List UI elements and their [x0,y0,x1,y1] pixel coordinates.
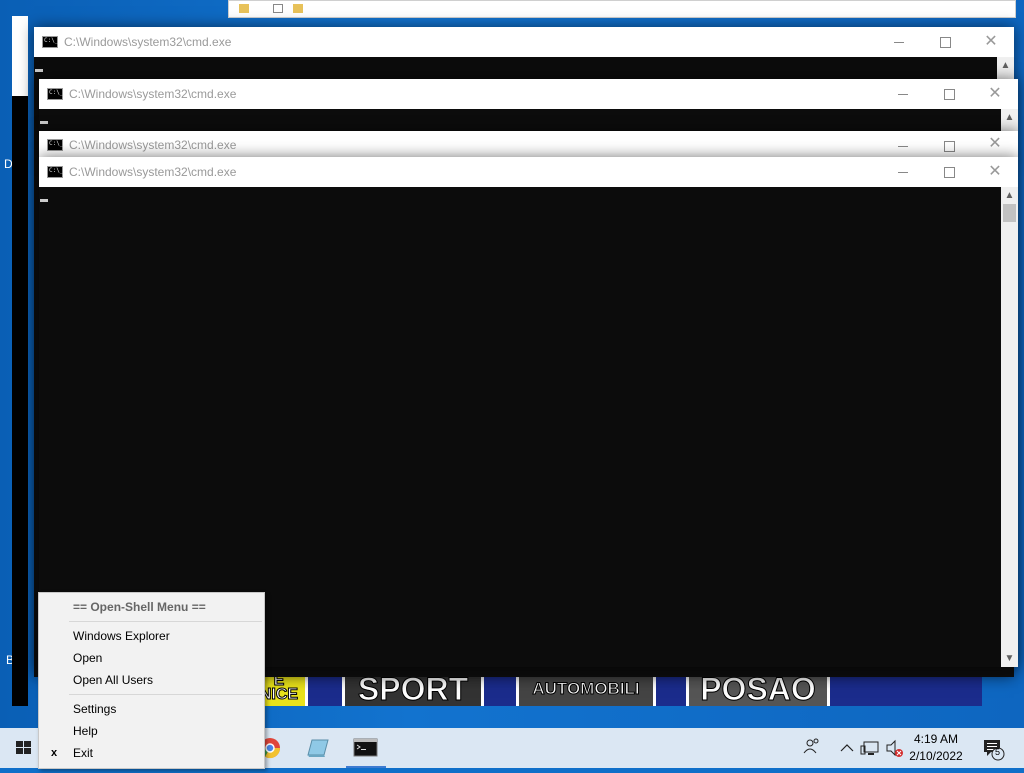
menu-item-exit-label: Exit [73,746,94,760]
banner-tile[interactable]: SPORT [342,672,484,706]
menu-item-open-all-users[interactable]: Open All Users [39,669,264,691]
maximize-button[interactable] [926,131,972,157]
minimize-button[interactable] [880,79,926,109]
close-button[interactable]: ✕ [968,27,1014,57]
background-window-edge [12,96,28,706]
tray-overflow[interactable] [836,728,858,768]
clock-time: 4:19 AM [913,732,959,746]
menu-header: == Open-Shell Menu == [73,600,206,614]
title-bar[interactable]: C:\Windows\system32\cmd.exe ✕ [39,131,1018,157]
maximize-button[interactable] [922,27,968,57]
banner-tile-label: SPORT [357,671,469,707]
title-bar[interactable]: C:\Windows\system32\cmd.exe ✕ [39,79,1018,109]
background-window-edge [12,16,28,96]
tray-people[interactable] [796,728,826,768]
volume-muted-icon [886,739,903,757]
scroll-up-arrow[interactable]: ▲ [1001,109,1018,126]
minimize-button[interactable] [880,157,926,187]
banner-tile-label: POSAO [700,671,817,707]
exit-icon: x [51,747,58,759]
cmd-icon [47,166,63,178]
menu-item-settings[interactable]: Settings [39,698,264,720]
open-shell-context-menu: == Open-Shell Menu == Windows Explorer O… [38,592,265,769]
notification-count: 5 [995,747,1001,757]
maximize-button[interactable] [926,79,972,109]
banner-tile[interactable]: AUTOMOBILI [516,672,656,706]
window-title: C:\Windows\system32\cmd.exe [69,138,237,152]
chevron-up-icon [840,744,854,752]
clock-date: 2/10/2022 [909,749,963,763]
text-cursor [40,199,48,202]
system-clock[interactable]: 4:19 AM 2/10/2022 [906,731,966,765]
menu-item-open[interactable]: Open [39,647,264,669]
close-button[interactable]: ✕ [972,79,1018,109]
cmd-icon [47,88,63,100]
menu-separator [69,621,262,622]
tray-network[interactable] [860,728,884,768]
close-button[interactable]: ✕ [972,131,1018,157]
folder-icon [293,4,303,13]
scroll-up-arrow[interactable]: ▲ [997,57,1014,74]
menu-item-exit[interactable]: x Exit [39,742,264,764]
scroll-up-arrow[interactable]: ▲ [1001,187,1018,204]
document-icon [273,4,283,13]
vertical-scrollbar[interactable]: ▲ [1001,109,1018,133]
cmd-window-active[interactable]: C:\Windows\system32\cmd.exe ✕ ▲ ▼ [39,157,1018,667]
tray-action-center[interactable]: 5 [980,728,1010,768]
cmd-window[interactable]: C:\Windows\system32\cmd.exe ✕ ▲ [39,79,1018,133]
window-title: C:\Windows\system32\cmd.exe [69,87,237,101]
minimize-button[interactable] [880,131,926,157]
window-title: C:\Windows\system32\cmd.exe [69,165,237,179]
cmd-icon [353,738,378,757]
banner-tile-label: AUTOMOBILI [532,679,640,699]
background-explorer-window[interactable] [228,0,1016,18]
people-icon [803,738,819,754]
title-bar[interactable]: C:\Windows\system32\cmd.exe ✕ [39,157,1018,187]
folder-icon [239,4,249,13]
cmd-icon [42,36,58,48]
vertical-scrollbar[interactable]: ▲ ▼ [1001,187,1018,667]
cmd-icon [47,139,63,151]
explorer-icon [307,739,329,757]
maximize-button[interactable] [926,157,972,187]
taskbar-explorer[interactable] [294,728,342,768]
menu-item-help[interactable]: Help [39,720,264,742]
close-button[interactable]: ✕ [972,157,1018,187]
taskbar-cmd[interactable] [342,728,390,768]
network-icon [860,741,879,755]
text-cursor [35,69,43,72]
minimize-button[interactable] [876,27,922,57]
menu-separator [69,694,262,695]
scrollbar-thumb[interactable] [1003,204,1016,222]
text-cursor [40,121,48,124]
menu-item-windows-explorer[interactable]: Windows Explorer [39,625,264,647]
title-bar[interactable]: C:\Windows\system32\cmd.exe ✕ [34,27,1014,57]
scroll-down-arrow[interactable]: ▼ [1001,650,1018,667]
window-title: C:\Windows\system32\cmd.exe [64,35,232,49]
tray-volume[interactable] [884,728,906,768]
banner-tile[interactable]: POSAO [686,672,830,706]
